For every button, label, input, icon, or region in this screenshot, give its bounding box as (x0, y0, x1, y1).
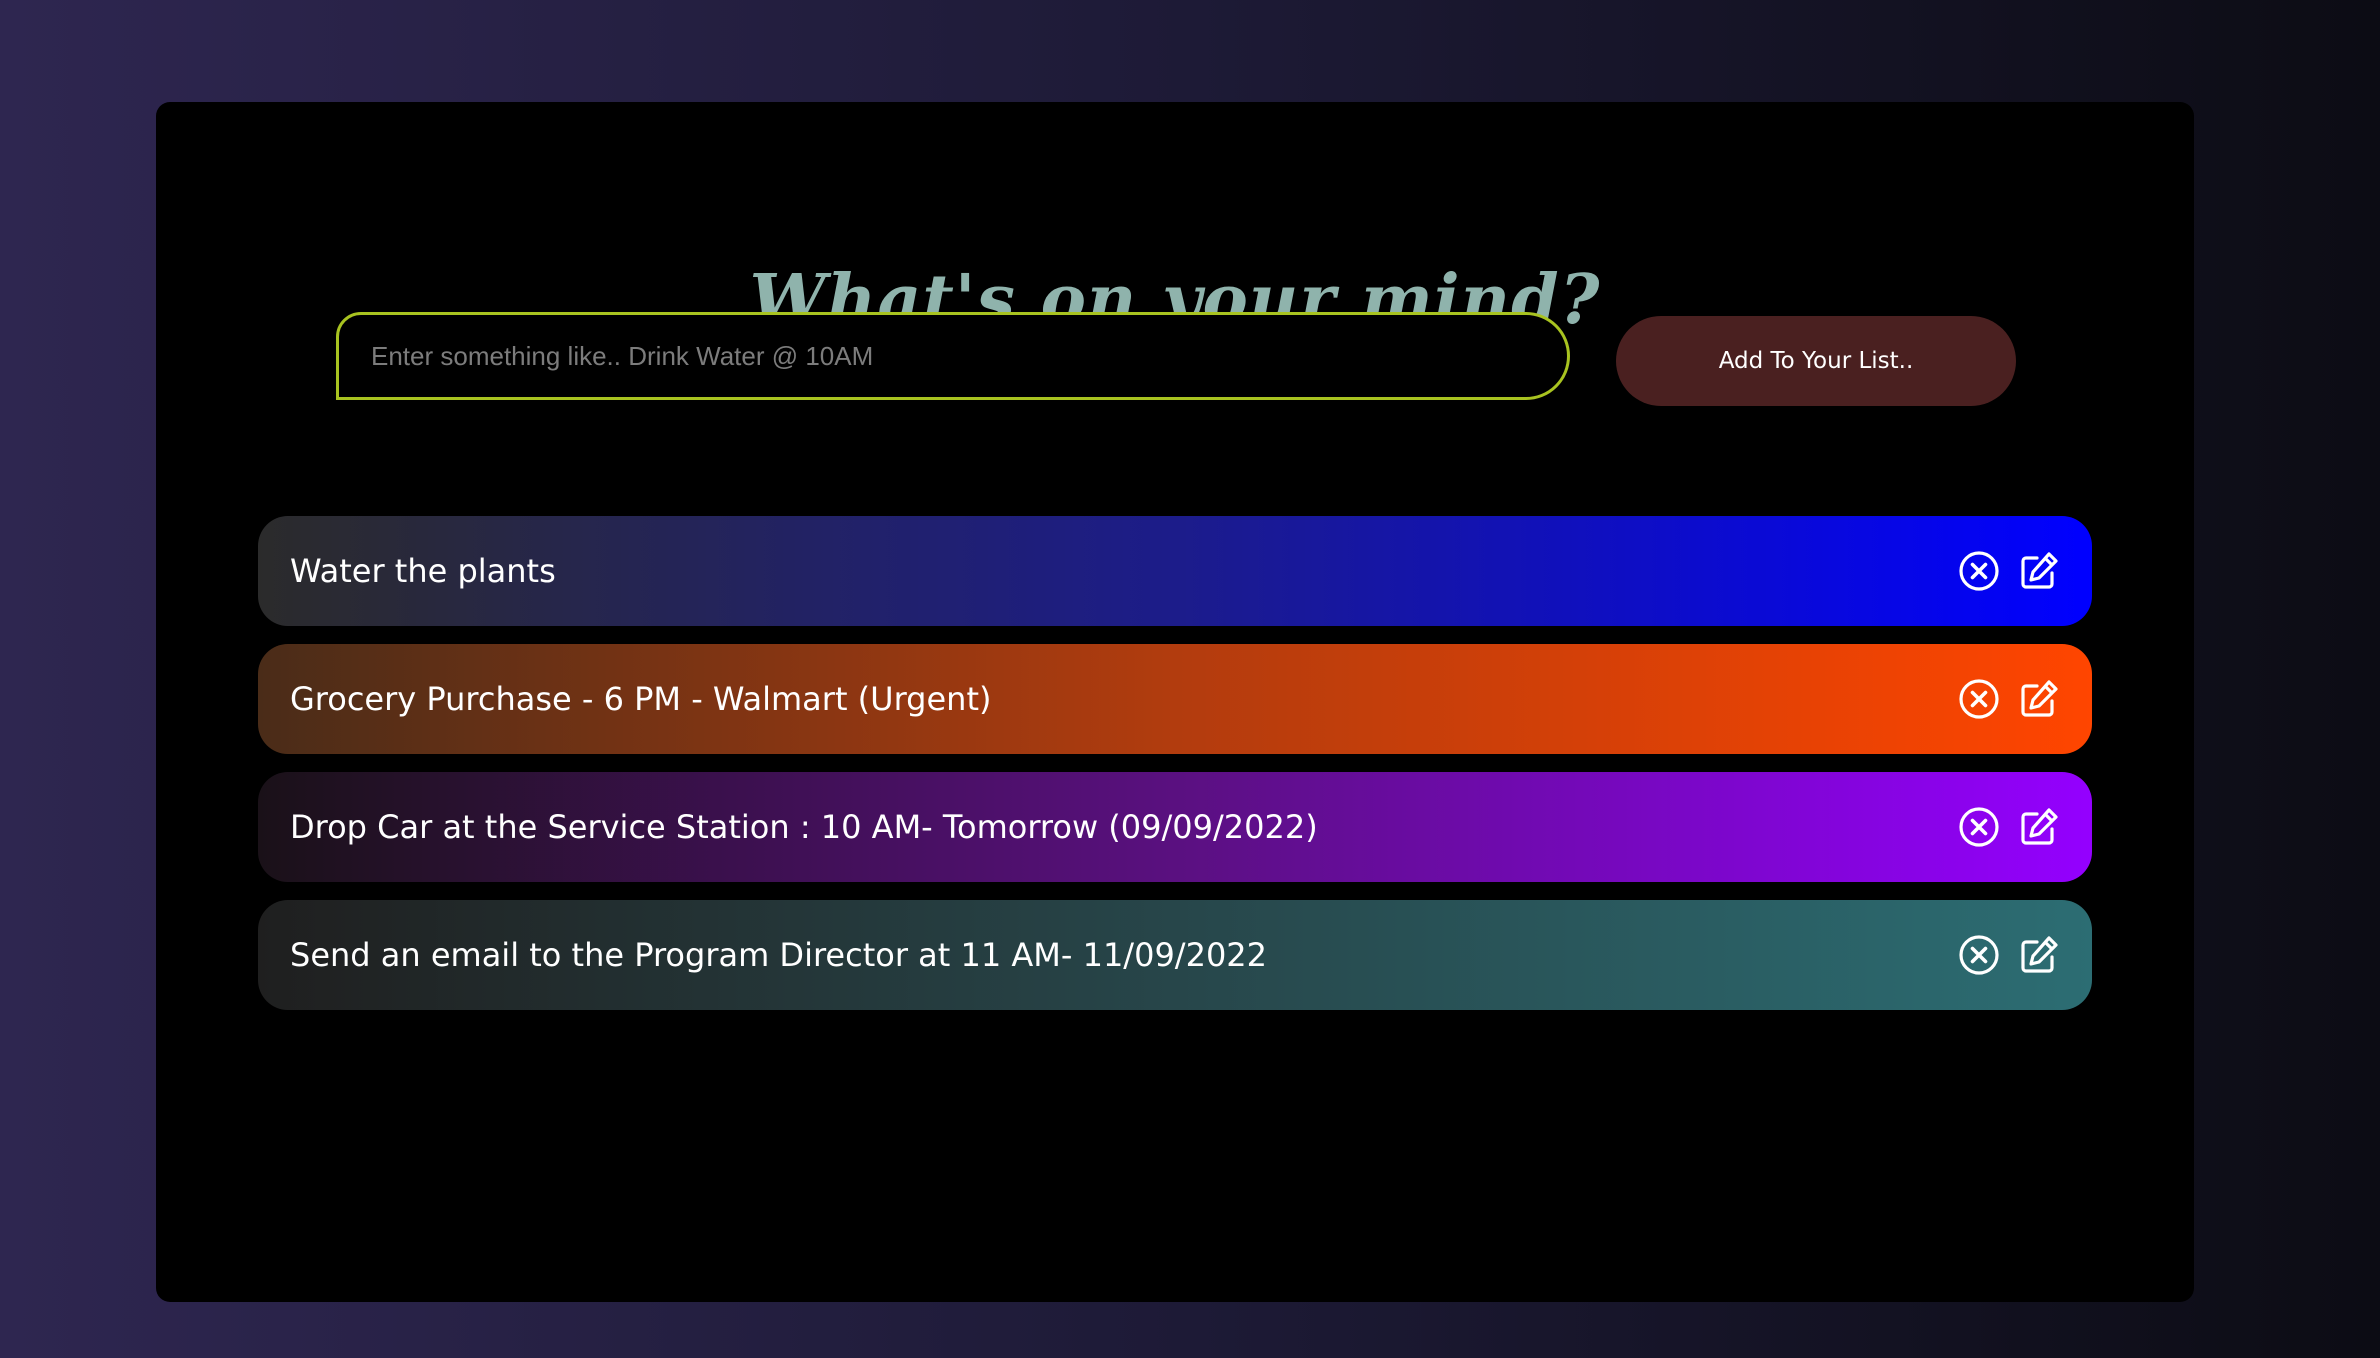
edit-icon[interactable] (2018, 550, 2060, 592)
circle-x-icon[interactable] (1958, 678, 2000, 720)
edit-icon[interactable] (2018, 678, 2060, 720)
todo-item-text: Water the plants (290, 552, 556, 590)
todo-actions (1958, 678, 2060, 720)
todo-actions (1958, 550, 2060, 592)
todo-item: Water the plants (258, 516, 2092, 626)
todo-item-text: Drop Car at the Service Station : 10 AM-… (290, 808, 1318, 846)
todo-list: Water the plants Grocery Purchase - 6 PM… (258, 516, 2092, 1028)
todo-app-card: What's on your mind? Add To Your List.. … (156, 102, 2194, 1302)
edit-icon[interactable] (2018, 934, 2060, 976)
todo-input[interactable] (336, 312, 1570, 400)
edit-icon[interactable] (2018, 806, 2060, 848)
circle-x-icon[interactable] (1958, 806, 2000, 848)
todo-item: Grocery Purchase - 6 PM - Walmart (Urgen… (258, 644, 2092, 754)
todo-actions (1958, 934, 2060, 976)
add-to-list-button[interactable]: Add To Your List.. (1616, 316, 2016, 406)
circle-x-icon[interactable] (1958, 550, 2000, 592)
todo-actions (1958, 806, 2060, 848)
circle-x-icon[interactable] (1958, 934, 2000, 976)
todo-item: Drop Car at the Service Station : 10 AM-… (258, 772, 2092, 882)
todo-item-text: Grocery Purchase - 6 PM - Walmart (Urgen… (290, 680, 992, 718)
todo-item-text: Send an email to the Program Director at… (290, 936, 1268, 974)
todo-item: Send an email to the Program Director at… (258, 900, 2092, 1010)
